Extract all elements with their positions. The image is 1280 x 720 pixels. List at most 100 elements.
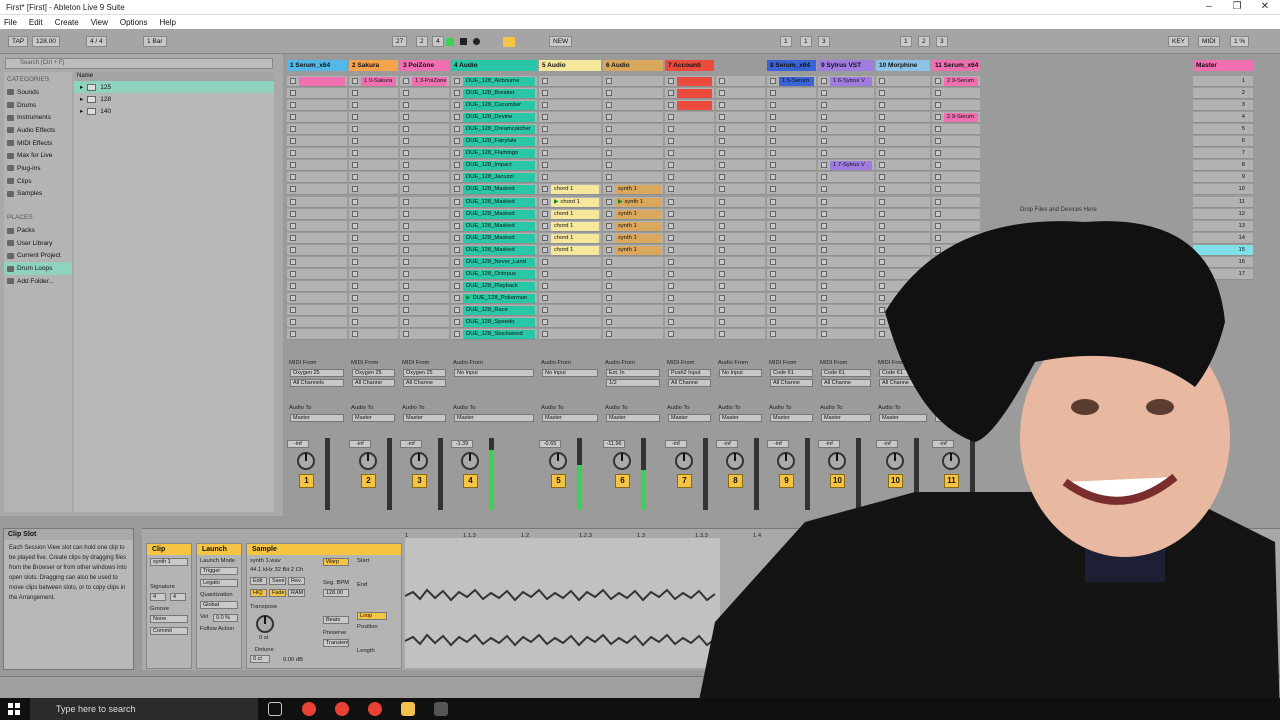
clip-stop-button[interactable] [542, 162, 548, 169]
category-item[interactable]: Max for Live [4, 149, 72, 162]
clip-slot[interactable] [818, 112, 874, 124]
clip-slot[interactable] [287, 184, 347, 196]
expand-arrow-icon[interactable]: ▸ [80, 95, 83, 103]
clip[interactable]: chord 1 [551, 185, 599, 195]
clip-slot[interactable] [876, 160, 930, 172]
clip-stop-button[interactable] [542, 319, 548, 325]
clip-slot[interactable] [767, 100, 816, 112]
clip-stop-button[interactable] [542, 102, 548, 109]
clip-slot[interactable] [539, 124, 601, 136]
clip-stop-button[interactable] [403, 294, 409, 301]
clip-slot[interactable] [400, 304, 449, 316]
category-item[interactable]: Plug-ins [4, 162, 72, 175]
clip-slot[interactable] [287, 88, 347, 100]
clip-stop-button[interactable] [668, 102, 674, 109]
clip-stop-button[interactable] [542, 331, 548, 338]
track-header[interactable]: 5 Audio [539, 60, 601, 71]
pan-knob[interactable] [549, 452, 567, 470]
place-item[interactable]: Add Folder... [4, 275, 72, 288]
arrangement-position-beat[interactable]: 2 [416, 36, 428, 47]
clip-slot[interactable]: 1 7-Sytrus V [818, 160, 874, 172]
clip-stop-button[interactable] [403, 198, 409, 205]
clip-slot[interactable] [767, 88, 816, 100]
clip-slot[interactable] [767, 124, 816, 136]
clip-stop-button[interactable] [668, 150, 674, 157]
clip-slot[interactable]: DUE_128_Never_Land [451, 256, 537, 268]
chrome-icon-3[interactable] [368, 702, 382, 716]
clip[interactable] [677, 101, 712, 111]
clip-slot[interactable] [400, 244, 449, 256]
clip-slot[interactable] [349, 184, 398, 196]
clip-slot[interactable] [539, 76, 601, 87]
clip-stop-button[interactable] [770, 102, 776, 109]
clip-slot[interactable] [665, 136, 714, 148]
clip-slot[interactable]: DUE_128_Masked [451, 220, 537, 232]
clip-slot[interactable] [539, 136, 601, 148]
clip-stop-button[interactable] [542, 198, 548, 205]
clip-stop-button[interactable] [606, 150, 612, 157]
input-channel-select[interactable]: All Channe [403, 379, 446, 387]
clip-stop-button[interactable] [403, 114, 409, 121]
clip-stop-button[interactable] [454, 210, 460, 217]
ram-button[interactable]: RAM [288, 589, 305, 597]
clip-stop-button[interactable] [403, 174, 409, 181]
arrangement-position-bar[interactable]: 27 [392, 36, 408, 47]
clip-slot[interactable]: DUE_128_Speedo [451, 317, 537, 328]
reverse-button[interactable]: Rev. [288, 577, 305, 585]
new-button[interactable]: NEW [549, 36, 573, 47]
clip-slot[interactable] [349, 317, 398, 328]
scene-launch-button[interactable]: 7 [1193, 148, 1253, 160]
clip-stop-button[interactable] [935, 162, 941, 169]
output-select[interactable]: Master [352, 414, 395, 422]
clip-slot[interactable] [287, 256, 347, 268]
clip[interactable] [677, 89, 712, 99]
clip-slot[interactable] [349, 329, 398, 341]
clip-slot[interactable] [767, 136, 816, 148]
folder-item[interactable]: ▸ 140 [74, 105, 274, 117]
clip[interactable]: chord 1 [551, 233, 599, 243]
clip-slot[interactable] [349, 244, 398, 256]
clip[interactable] [677, 77, 712, 86]
browser-search-input[interactable]: Search (Ctrl + F) [5, 58, 273, 69]
clip-stop-button[interactable] [719, 102, 725, 109]
clip-slot[interactable] [287, 160, 347, 172]
clip-stop-button[interactable] [542, 222, 548, 229]
clip-slot[interactable] [349, 268, 398, 280]
clip-stop-button[interactable] [719, 138, 725, 145]
clip-slot[interactable]: 1 3-PoiZone [400, 76, 449, 87]
clip-slot[interactable] [400, 124, 449, 136]
clip-stop-button[interactable] [290, 294, 296, 301]
seg-bpm-field[interactable]: 128.00 [323, 589, 349, 597]
clip-stop-button[interactable] [542, 210, 548, 217]
category-item[interactable]: Audio Effects [4, 124, 72, 137]
clip-slot[interactable] [539, 160, 601, 172]
clip-stop-button[interactable] [352, 150, 358, 157]
clip-stop-button[interactable] [542, 114, 548, 121]
clip-slot[interactable] [287, 292, 347, 304]
legato-button[interactable]: Legato [200, 579, 238, 587]
clip-slot[interactable] [716, 76, 765, 87]
clip-stop-button[interactable] [403, 126, 409, 133]
clip-stop-button[interactable] [770, 138, 776, 145]
clip-stop-button[interactable] [352, 331, 358, 338]
clip-stop-button[interactable] [935, 90, 941, 97]
clip-stop-button[interactable] [542, 258, 548, 265]
clip-stop-button[interactable] [454, 234, 460, 241]
key-map-button[interactable]: KEY [1168, 36, 1190, 47]
clip-slot[interactable]: DUE_128_Stockwood [451, 329, 537, 341]
clip-slot[interactable]: chord 1 [539, 220, 601, 232]
track-header[interactable]: 8 Serum_x64 [767, 60, 816, 71]
clip-stop-button[interactable] [403, 331, 409, 338]
clip-slot[interactable] [876, 172, 930, 184]
clip[interactable]: DUE_128_Airbourne [463, 77, 535, 86]
clip-slot[interactable] [400, 100, 449, 112]
category-item[interactable]: Samples [4, 188, 72, 201]
folder-item[interactable]: ▸ 128 [74, 93, 274, 105]
clip-slot[interactable] [876, 100, 930, 112]
output-select[interactable]: Master [290, 414, 344, 422]
clip-stop-button[interactable] [290, 246, 296, 253]
task-view-icon[interactable] [268, 702, 282, 716]
clip-stop-button[interactable] [935, 102, 941, 109]
clip-stop-button[interactable] [821, 90, 827, 97]
clip-slot[interactable] [287, 220, 347, 232]
